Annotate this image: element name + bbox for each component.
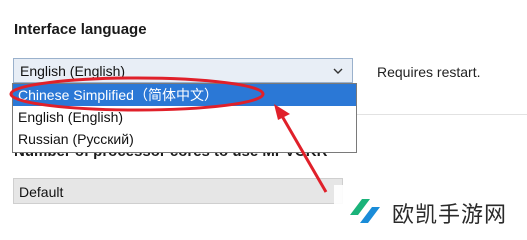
pointer-arrow-line: [280, 115, 328, 193]
highlight-ellipse: [9, 76, 265, 112]
pointer-arrow-head: [274, 104, 290, 120]
watermark-text: 欧凯手游网: [392, 203, 508, 228]
watermark: 欧凯手游网: [334, 185, 527, 236]
brand-logo-icon: [350, 199, 380, 223]
